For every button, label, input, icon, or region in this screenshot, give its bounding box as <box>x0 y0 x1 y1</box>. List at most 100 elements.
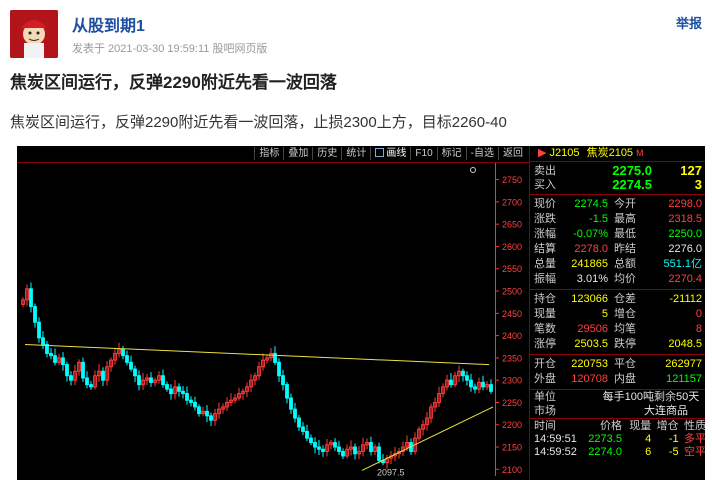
stat-row: 涨幅 -0.07% 最低 2250.0 <box>530 227 705 242</box>
quote-header: ▶ J2105 焦炭2105 M <box>530 146 705 162</box>
ticks-header: 时间 价格 现量 增仓 性质 <box>530 418 705 433</box>
avatar[interactable] <box>10 10 58 58</box>
stat-row: 现价 2274.5 今开 2298.0 <box>530 197 705 212</box>
resistance-line <box>24 344 490 366</box>
candle-body <box>273 352 277 363</box>
stat-label: 均笔 <box>614 323 636 335</box>
stat-label: 今开 <box>614 198 636 210</box>
report-button[interactable]: 举报 <box>676 13 702 32</box>
tick-nature: 多平 <box>683 433 705 445</box>
candle-body <box>129 361 133 370</box>
stat-row: 涨停 2503.5 跌停 2048.5 <box>530 337 705 352</box>
stat-value: 8 <box>695 323 702 335</box>
stat-value: -21112 <box>669 293 702 305</box>
candle-body <box>317 446 321 450</box>
candle-body <box>41 337 45 346</box>
market-label: 市场 <box>534 405 556 417</box>
kline-chart: 指标 叠加 历史 统计 画线 F10 标记 -自选 返回 2750 2700 2650 2600 255… <box>17 146 529 480</box>
stat-value: 2048.5 <box>668 338 702 350</box>
tick-price: 2273.5 <box>588 433 622 445</box>
tick-price: 2274.0 <box>588 446 622 458</box>
ask-label: 卖出 <box>534 165 556 177</box>
candle-body <box>61 357 65 366</box>
y-tick-label: 2400 <box>502 331 522 341</box>
tick-header: 现量 <box>629 420 652 432</box>
candle-body <box>65 364 69 377</box>
candle-body <box>197 406 201 415</box>
stat-value: 2318.5 <box>668 213 702 225</box>
stat-label: 涨幅 <box>534 228 556 240</box>
stat-label: 结算 <box>534 243 556 255</box>
candle-body <box>53 355 57 363</box>
order-book: 卖出 2275.0 127 买入 2274.5 3 <box>530 162 705 195</box>
kline-svg: 2750 2700 2650 2600 2550 2500 2450 2400 2350 2300… <box>17 162 529 477</box>
tick-chg: -1 <box>668 433 679 445</box>
ask-price: 2275.0 <box>612 163 652 178</box>
stat-row: 涨跌 -1.5 最高 2318.5 <box>530 212 705 227</box>
unit-row: 单位 每手100吨 剩余 50天 <box>530 390 705 404</box>
stat-row: 结算 2278.0 昨结 2276.0 <box>530 242 705 257</box>
contract-info: 单位 每手100吨 剩余 50天 市场 大连商品 <box>530 389 705 418</box>
y-tick-label: 2650 <box>502 220 522 230</box>
candle-body <box>297 417 301 428</box>
candle-body <box>189 399 193 403</box>
remain-label: 剩余 <box>654 391 676 403</box>
unit-label: 单位 <box>534 391 556 403</box>
y-tick-label: 2700 <box>502 197 522 207</box>
stat-row: 笔数 29506 均笔 8 <box>530 322 705 337</box>
candle-body <box>313 442 317 448</box>
stat-value: 220753 <box>571 358 608 370</box>
stat-label: 最低 <box>614 228 636 240</box>
stat-value: 2250.0 <box>668 228 702 240</box>
stat-label: 内盘 <box>614 373 636 385</box>
candle-body <box>37 321 41 339</box>
stat-value: 29506 <box>577 323 608 335</box>
stat-row: 外盘 120708 内盘 121157 <box>530 372 705 387</box>
candle-body <box>209 415 213 421</box>
candle-body <box>333 442 337 448</box>
quote-panel: ▶ J2105 焦炭2105 M 卖出 2275.0 127 买入 2274.5… <box>529 146 705 480</box>
y-tick-label: 2750 <box>502 175 522 185</box>
stat-value: 2278.0 <box>574 243 608 255</box>
stat-label: 涨跌 <box>534 213 556 225</box>
stat-value: 551.1亿 <box>663 258 702 270</box>
stat-label: 涨停 <box>534 338 556 350</box>
stat-label: 最高 <box>614 213 636 225</box>
candle-body <box>149 377 153 383</box>
candle-body <box>49 352 53 357</box>
tick-row: 14:59:51 2273.5 4 -1 多平 <box>530 433 705 446</box>
username[interactable]: 从股到期1 <box>72 12 145 36</box>
low-price-label: 2097.5 <box>377 467 405 477</box>
market-value: 大连商品 <box>644 405 688 417</box>
candle-body <box>289 397 293 410</box>
candle-body <box>305 430 309 439</box>
tick-time: 14:59:51 <box>534 433 577 445</box>
candle-body <box>101 370 105 381</box>
bid-volume: 3 <box>694 177 702 192</box>
candle-body <box>69 375 73 381</box>
candle-body <box>185 393 189 401</box>
y-tick-label: 2150 <box>502 443 522 453</box>
tick-chg: -5 <box>668 446 679 458</box>
candle-body <box>461 370 465 377</box>
y-tick-label: 2300 <box>502 376 522 386</box>
stat-value: 2298.0 <box>668 198 702 210</box>
stat-label: 昨结 <box>614 243 636 255</box>
stat-label: 现价 <box>534 198 556 210</box>
stat-label: 总量 <box>534 258 556 270</box>
candle-body <box>205 410 209 417</box>
stat-value: 2274.5 <box>574 198 608 210</box>
candle-body <box>85 377 89 386</box>
stat-value: 3.01% <box>576 273 608 285</box>
candle-body <box>369 442 373 452</box>
stat-row: 总量 241865 总额 551.1亿 <box>530 257 705 272</box>
candle-body <box>29 288 33 308</box>
stat-label: 平仓 <box>614 358 636 370</box>
y-tick-label: 2200 <box>502 420 522 430</box>
stat-label: 持仓 <box>534 293 556 305</box>
bid-label: 买入 <box>534 179 556 191</box>
arrow-icon: ▶ <box>538 147 547 159</box>
tick-vol: 6 <box>645 446 652 458</box>
post-meta: 发表于 2021-03-30 19:59:11 股吧网页版 <box>72 43 268 55</box>
y-tick-label: 2350 <box>502 353 522 363</box>
